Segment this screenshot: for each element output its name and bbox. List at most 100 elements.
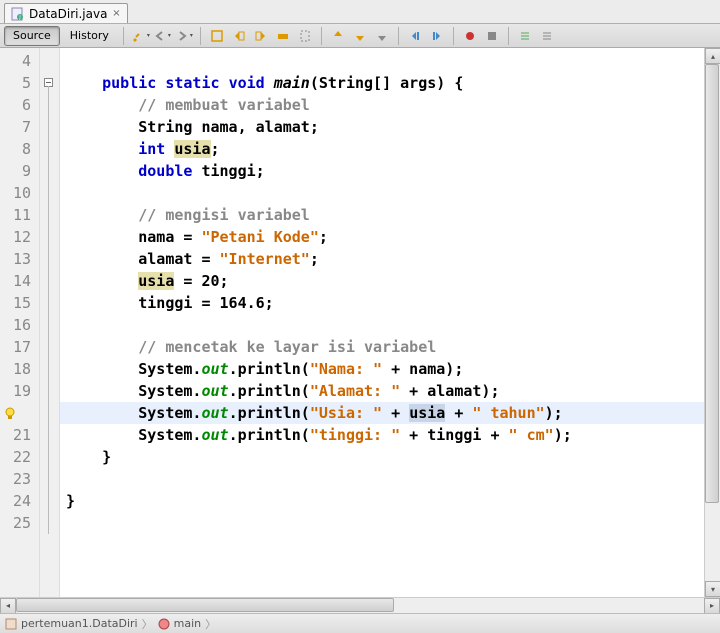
back-icon[interactable]: ▾ — [152, 26, 172, 46]
fold-cell — [40, 380, 59, 402]
divider — [123, 27, 124, 45]
scroll-down-icon[interactable]: ▾ — [705, 581, 720, 597]
line-number: 11 — [0, 204, 39, 226]
find-selection-icon[interactable] — [207, 26, 227, 46]
fold-cell — [40, 402, 59, 424]
fold-cell — [40, 468, 59, 490]
fold-cell — [40, 182, 59, 204]
java-file-icon: J — [11, 7, 25, 21]
code-line[interactable]: System.out.println("tinggi: " + tinggi +… — [60, 424, 704, 446]
line-gutter: 456789101112131415161718192122232425 — [0, 48, 40, 597]
code-line[interactable]: System.out.println("Nama: " + nama); — [60, 358, 704, 380]
fold-cell — [40, 270, 59, 292]
code-line[interactable] — [60, 50, 704, 72]
code-line[interactable]: String nama, alamat; — [60, 116, 704, 138]
line-number — [0, 402, 39, 424]
fold-cell — [40, 116, 59, 138]
code-line[interactable]: // mengisi variabel — [60, 204, 704, 226]
divider — [508, 27, 509, 45]
fold-cell — [40, 72, 59, 94]
method-icon — [157, 617, 171, 631]
scroll-thumb[interactable] — [705, 64, 719, 503]
editor: 456789101112131415161718192122232425 pub… — [0, 48, 720, 597]
line-number: 7 — [0, 116, 39, 138]
line-number: 25 — [0, 512, 39, 534]
fold-cell — [40, 358, 59, 380]
find-previous-icon[interactable] — [229, 26, 249, 46]
line-number: 13 — [0, 248, 39, 270]
fold-cell — [40, 50, 59, 72]
history-tab-button[interactable]: History — [62, 26, 117, 46]
code-line[interactable]: public static void main(String[] args) { — [60, 72, 704, 94]
code-line[interactable]: nama = "Petani Kode"; — [60, 226, 704, 248]
source-tab-button[interactable]: Source — [4, 26, 60, 46]
vertical-scrollbar[interactable]: ▴ ▾ — [704, 48, 720, 597]
code-line[interactable]: tinggi = 164.6; — [60, 292, 704, 314]
divider — [398, 27, 399, 45]
previous-bookmark-icon[interactable] — [328, 26, 348, 46]
line-number: 19 — [0, 380, 39, 402]
tab-bar: J DataDiri.java × — [0, 0, 720, 24]
code-line[interactable] — [60, 182, 704, 204]
breadcrumb-class[interactable]: pertemuan1.DataDiri — [4, 617, 138, 631]
toggle-bookmark-icon[interactable] — [295, 26, 315, 46]
line-number: 15 — [0, 292, 39, 314]
code-area[interactable]: public static void main(String[] args) {… — [60, 48, 704, 597]
fold-cell — [40, 490, 59, 512]
file-tab[interactable]: J DataDiri.java × — [4, 3, 128, 23]
fold-cell — [40, 248, 59, 270]
code-line[interactable] — [60, 468, 704, 490]
shift-right-icon[interactable] — [427, 26, 447, 46]
divider — [453, 27, 454, 45]
line-number: 24 — [0, 490, 39, 512]
next-bookmark-icon[interactable] — [350, 26, 370, 46]
code-line[interactable]: // membuat variabel — [60, 94, 704, 116]
line-number: 6 — [0, 94, 39, 116]
uncomment-icon[interactable] — [537, 26, 557, 46]
line-number: 14 — [0, 270, 39, 292]
divider — [321, 27, 322, 45]
scroll-left-icon[interactable]: ◂ — [0, 598, 16, 614]
forward-icon[interactable]: ▾ — [174, 26, 194, 46]
line-number: 16 — [0, 314, 39, 336]
fold-cell — [40, 512, 59, 534]
fold-cell — [40, 138, 59, 160]
code-line[interactable]: usia = 20; — [60, 270, 704, 292]
find-next-icon[interactable] — [251, 26, 271, 46]
stop-macro-icon[interactable] — [482, 26, 502, 46]
scroll-up-icon[interactable]: ▴ — [705, 48, 720, 64]
line-number: 23 — [0, 468, 39, 490]
code-line[interactable] — [60, 512, 704, 534]
code-line[interactable]: System.out.println("Usia: " + usia + " t… — [60, 402, 704, 424]
breadcrumb-method[interactable]: main — [157, 617, 201, 631]
line-number: 17 — [0, 336, 39, 358]
code-line[interactable]: } — [60, 446, 704, 468]
chevron-right-icon: 〉 — [205, 616, 216, 632]
svg-text:J: J — [18, 15, 20, 21]
toggle-highlight-icon[interactable] — [273, 26, 293, 46]
next-error-icon[interactable] — [372, 26, 392, 46]
line-number: 21 — [0, 424, 39, 446]
last-edit-icon[interactable]: ▾ — [130, 26, 150, 46]
fold-cell — [40, 292, 59, 314]
fold-cell — [40, 336, 59, 358]
breadcrumb-method-label: main — [174, 617, 201, 630]
scroll-thumb[interactable] — [16, 598, 394, 612]
code-line[interactable]: int usia; — [60, 138, 704, 160]
source-toolbar: Source History ▾ ▾ ▾ — [0, 24, 720, 48]
comment-icon[interactable] — [515, 26, 535, 46]
code-line[interactable]: System.out.println("Alamat: " + alamat); — [60, 380, 704, 402]
class-icon — [4, 617, 18, 631]
horizontal-scrollbar[interactable]: ◂ ▸ — [0, 597, 720, 613]
code-line[interactable]: // mencetak ke layar isi variabel — [60, 336, 704, 358]
scroll-right-icon[interactable]: ▸ — [704, 598, 720, 614]
code-line[interactable]: alamat = "Internet"; — [60, 248, 704, 270]
shift-left-icon[interactable] — [405, 26, 425, 46]
close-icon[interactable]: × — [111, 9, 121, 19]
code-line[interactable]: } — [60, 490, 704, 512]
start-macro-icon[interactable] — [460, 26, 480, 46]
fold-cell — [40, 94, 59, 116]
code-line[interactable] — [60, 314, 704, 336]
code-line[interactable]: double tinggi; — [60, 160, 704, 182]
line-number: 5 — [0, 72, 39, 94]
